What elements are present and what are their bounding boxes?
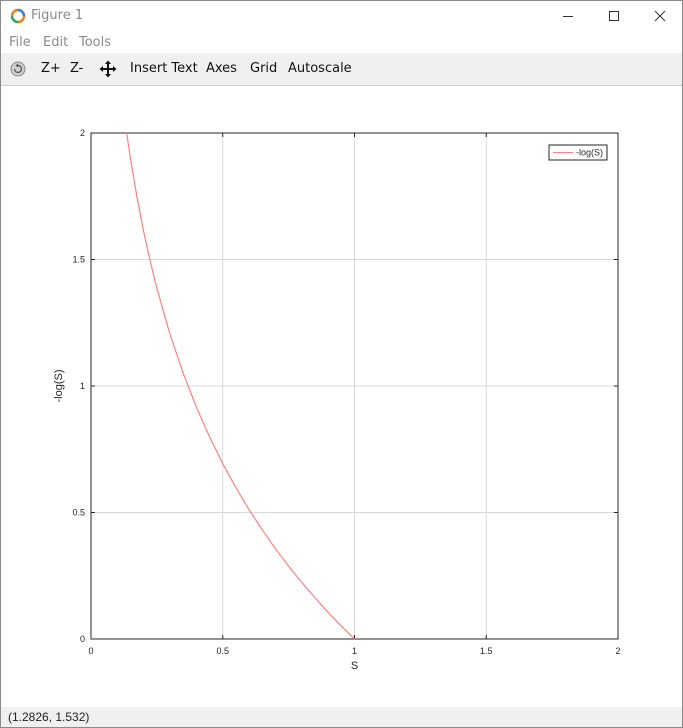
zoom-in-button[interactable]: Z+ [41, 61, 61, 77]
x-tick-label: 1 [352, 646, 357, 656]
y-tick-label: 2 [80, 128, 85, 138]
x-axis-label: S [351, 660, 358, 672]
y-tick-label: 1.5 [72, 255, 85, 265]
figure-window: Figure 1 File Edit Tools Z+ Z- Insert Te… [0, 0, 683, 728]
status-bar: (1.2826, 1.532) [1, 707, 682, 727]
maximize-icon [609, 11, 619, 21]
pan-icon[interactable] [99, 60, 117, 78]
x-tick-label: 0.5 [216, 646, 229, 656]
title-bar[interactable]: Figure 1 [1, 1, 682, 31]
zoom-out-button[interactable]: Z- [70, 61, 83, 77]
y-tick-label: 1 [80, 381, 85, 391]
y-axis-label: -log(S) [53, 369, 65, 402]
figure-canvas[interactable]: 0 0.5 1 1.5 2 0 0.5 1 1.5 2 S -log(S) -log(S) [1, 86, 682, 707]
x-tick-label: 1.5 [480, 646, 493, 656]
legend[interactable]: -log(S) [548, 144, 608, 161]
toolbar: Z+ Z- Insert Text Axes Grid Autoscale [1, 53, 682, 86]
grid-lines [90, 132, 619, 640]
menu-file[interactable]: File [9, 35, 31, 50]
y-tick-label: 0.5 [72, 508, 85, 518]
y-tick-label: 0 [80, 634, 85, 644]
maximize-button[interactable] [591, 1, 637, 31]
octave-app-icon [10, 8, 26, 24]
grid-button[interactable]: Grid [250, 61, 277, 77]
rotate-icon[interactable] [9, 60, 27, 78]
legend-entry: -log(S) [576, 148, 603, 158]
insert-text-button[interactable]: Insert Text [130, 61, 198, 77]
menu-tools[interactable]: Tools [79, 35, 111, 50]
y-tick-labels: 0 0.5 1 1.5 2 [72, 128, 85, 644]
window-title: Figure 1 [31, 8, 84, 23]
close-icon [654, 10, 666, 22]
x-tick-label: 0 [88, 646, 93, 656]
menu-edit[interactable]: Edit [43, 35, 68, 50]
autoscale-button[interactable]: Autoscale [288, 61, 352, 77]
x-tick-label: 2 [615, 646, 620, 656]
cursor-coordinates: (1.2826, 1.532) [8, 710, 90, 724]
minimize-button[interactable] [545, 1, 591, 31]
axes-button[interactable]: Axes [206, 61, 237, 77]
x-tick-labels: 0 0.5 1 1.5 2 [88, 646, 620, 656]
minimize-icon [563, 16, 573, 17]
plot-svg: 0 0.5 1 1.5 2 0 0.5 1 1.5 2 S -log(S) -log(S) [53, 128, 621, 672]
menu-bar: File Edit Tools [1, 31, 682, 53]
close-button[interactable] [637, 1, 682, 31]
